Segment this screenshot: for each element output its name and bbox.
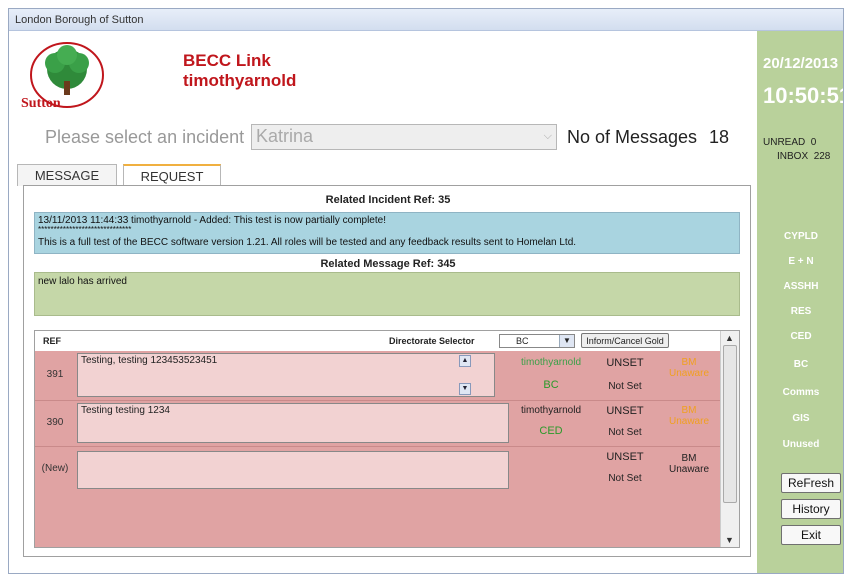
messages-count: 18: [709, 127, 730, 147]
grid-header: REF Directorate Selector BC ▼ Inform/Can…: [35, 331, 721, 351]
current-date: 20/12/2013: [763, 55, 839, 72]
dept-link-asshh[interactable]: ASSHH: [757, 281, 843, 292]
related-incident-ref: Related Incident Ref: 35: [325, 194, 451, 206]
inbox-stat: INBOX 228: [777, 151, 831, 162]
history-button[interactable]: History: [781, 499, 841, 519]
row-ref: (New): [41, 463, 69, 474]
ref-column-header: REF: [43, 336, 61, 346]
table-row-new[interactable]: (New) UNSET Not Set BM Unaware: [35, 447, 721, 493]
scroll-down-icon[interactable]: ▼: [459, 383, 471, 395]
request-grid: REF Directorate Selector BC ▼ Inform/Can…: [34, 330, 740, 548]
logo-text: Sutton: [21, 96, 61, 111]
grid-scrollbar[interactable]: ▲ ▼: [720, 331, 739, 547]
sutton-logo: Sutton: [19, 41, 109, 111]
row-dept: BC: [543, 379, 559, 391]
chevron-down-icon: ▼: [559, 335, 574, 347]
messages-count-label: No of Messages: [567, 127, 698, 147]
app-window: London Borough of Sutton Sutton BECC Lin…: [8, 8, 844, 574]
incident-line: This is a full test of the BECC software…: [38, 237, 577, 248]
app-title-block: BECC Link timothyarnold: [183, 51, 296, 91]
dept-link-bc[interactable]: BC: [757, 359, 843, 370]
tree-logo-icon: Sutton: [21, 42, 104, 111]
related-message-ref: Related Message Ref: 345: [320, 258, 456, 270]
current-time: 10:50:51: [763, 83, 844, 108]
message-text: new lalo has arrived: [34, 272, 740, 316]
dept-link-cypld[interactable]: CYPLD: [757, 231, 843, 242]
request-text-input[interactable]: Testing, testing 123453523451: [77, 353, 495, 397]
tab-request[interactable]: REQUEST: [123, 164, 221, 186]
incident-line: 13/11/2013 11:44:33 timothyarnold - Adde…: [38, 215, 386, 226]
incident-select-label: Please select an incident: [45, 127, 245, 147]
row-status: UNSET: [606, 451, 644, 463]
app-title: BECC Link: [183, 51, 271, 70]
row-ref: 390: [46, 417, 64, 428]
row-bm: BM Unaware: [668, 357, 710, 379]
row-ref: 391: [46, 369, 64, 380]
main-panel: Sutton BECC Link timothyarnold Please se…: [9, 31, 757, 573]
status-sidebar: 20/12/2013 10:50:51 UNREAD 0 INBOX 228 C…: [757, 31, 844, 573]
row-status: UNSET: [606, 405, 644, 417]
scrollbar-thumb[interactable]: [723, 345, 737, 503]
row-bm: BM Unaware: [668, 453, 710, 475]
table-row[interactable]: 391 Testing, testing 123453523451 ▲ ▼ ti…: [35, 351, 721, 401]
directorate-select[interactable]: BC ▼: [499, 334, 575, 348]
row-status-detail: Not Set: [608, 473, 642, 484]
dept-link-unused[interactable]: Unused: [757, 439, 843, 450]
dept-link-res[interactable]: RES: [757, 306, 843, 317]
request-text-input[interactable]: [77, 451, 509, 489]
directorate-select-value: BC: [516, 336, 529, 346]
row-status: UNSET: [606, 357, 644, 369]
request-panel: Related Incident Ref: 35 13/11/2013 11:4…: [23, 185, 751, 557]
row-user: timothyarnold: [520, 405, 582, 416]
table-row[interactable]: 390 Testing testing 1234 timothyarnold C…: [35, 401, 721, 447]
dept-link-comms[interactable]: Comms: [757, 387, 843, 398]
incident-select-value: Katrina: [256, 126, 314, 146]
dept-link-en[interactable]: E + N: [757, 256, 843, 267]
incident-select[interactable]: Katrina ⌵: [251, 124, 557, 150]
dept-link-gis[interactable]: GIS: [757, 413, 843, 424]
request-text-input[interactable]: Testing testing 1234: [77, 403, 509, 443]
incident-details: 13/11/2013 11:44:33 timothyarnold - Adde…: [34, 212, 740, 254]
scroll-up-icon[interactable]: ▲: [459, 355, 471, 367]
directorate-selector-label: Directorate Selector: [389, 336, 475, 346]
inform-cancel-gold-button[interactable]: Inform/Cancel Gold: [581, 333, 669, 348]
row-bm: BM Unaware: [668, 405, 710, 427]
row-user: timothyarnold: [520, 357, 582, 368]
unread-stat: UNREAD 0: [763, 137, 817, 148]
current-user: timothyarnold: [183, 71, 297, 90]
scroll-down-icon[interactable]: ▼: [725, 535, 734, 545]
incident-line: ******************************: [38, 225, 132, 234]
row-status-detail: Not Set: [608, 381, 642, 392]
scroll-up-icon[interactable]: ▲: [725, 333, 734, 343]
row-dept: CED: [539, 425, 563, 437]
chevron-down-icon: ⌵: [543, 130, 552, 142]
dept-link-ced[interactable]: CED: [757, 331, 843, 342]
refresh-button[interactable]: ReFresh: [781, 473, 841, 493]
row-status-detail: Not Set: [608, 427, 642, 438]
exit-button[interactable]: Exit: [781, 525, 841, 545]
grid-rows: 391 Testing, testing 123453523451 ▲ ▼ ti…: [35, 351, 721, 547]
tab-message[interactable]: MESSAGE: [17, 164, 117, 186]
window-title: London Borough of Sutton: [9, 9, 843, 31]
